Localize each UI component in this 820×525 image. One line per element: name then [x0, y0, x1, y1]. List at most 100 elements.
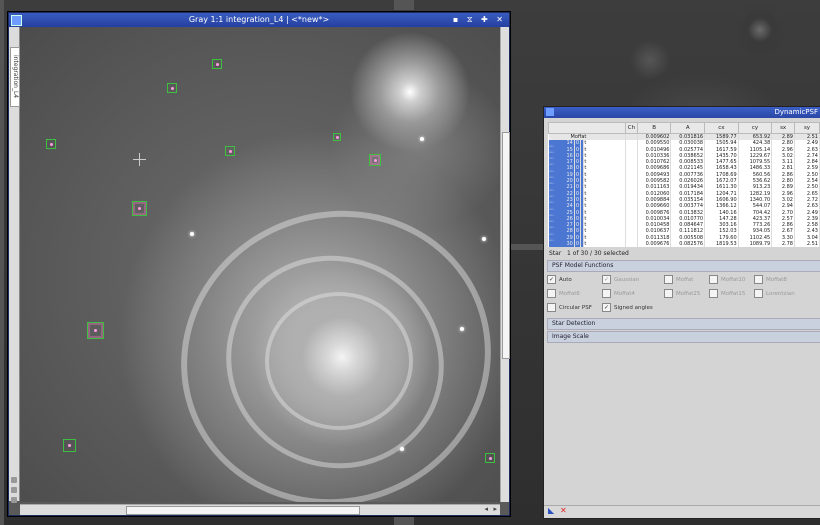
star-row[interactable]: 28 0 [548, 228, 585, 235]
star-row[interactable]: 24 0 [548, 203, 585, 210]
zoom-icon[interactable] [11, 497, 17, 503]
vertical-scrollbar[interactable] [500, 27, 510, 502]
column-header[interactable]: B [636, 122, 672, 134]
dynamicpsf-window[interactable]: DynamicPSF Ch B Acx cy sx sy Moffat 0.009602 0.… [543, 106, 820, 519]
psf-star-marker[interactable] [132, 201, 147, 216]
star-count: 30 / 30 selected [580, 250, 629, 258]
psf-star-marker[interactable] [46, 139, 56, 149]
star-row[interactable]: 22 0 [548, 190, 585, 197]
option-auto[interactable]: ✓ Auto [547, 275, 572, 285]
section-star-detection[interactable]: Star Detection [547, 318, 820, 331]
option-gaussian[interactable]: ✓ Gaussian [602, 275, 639, 285]
option-label: Signed angles [614, 304, 653, 311]
checkbox-icon[interactable] [754, 275, 763, 285]
checkbox-icon[interactable] [547, 303, 556, 313]
star-of-label: of [572, 250, 579, 258]
psf-star-marker[interactable] [87, 322, 104, 339]
option-lorentzian[interactable]: Lorentzian [754, 289, 795, 299]
psf-star-marker[interactable] [63, 439, 76, 452]
checkbox-icon[interactable]: ✓ [547, 275, 556, 285]
star-row[interactable]: 25 0 [548, 209, 585, 216]
gear-icon[interactable] [11, 477, 17, 483]
star-row[interactable]: 16 0 [548, 152, 585, 160]
option-label: Auto [559, 276, 572, 283]
option-label: Moffat15 [721, 290, 746, 297]
option-moffat8[interactable]: Moffat8 [754, 275, 787, 285]
psf-star-marker[interactable] [212, 59, 222, 69]
star-row[interactable]: 18 0 [548, 165, 585, 172]
view-tab-label[interactable]: integration_L4 [10, 47, 20, 107]
psf-a: 0.031816 [670, 133, 706, 141]
star [482, 237, 486, 241]
checkbox-icon[interactable]: ✓ [602, 275, 611, 285]
option-moffat15[interactable]: Moffat15 [709, 289, 746, 299]
psf-star-marker[interactable] [369, 154, 381, 166]
psf-star-marker[interactable] [485, 453, 495, 463]
option-moffat4[interactable]: Moffat4 [602, 289, 635, 299]
process-icon[interactable] [546, 108, 554, 116]
column-header[interactable]: cx [704, 122, 739, 134]
psf-star-marker[interactable] [333, 133, 341, 141]
image-window[interactable]: Gray 1:1 integration_L4 | <*new*> ▪ ⧖ ✚ … [8, 12, 510, 516]
psf-star-marker[interactable] [167, 83, 177, 93]
image-canvas[interactable] [20, 27, 508, 502]
scroll-right-icon[interactable]: ▸ [493, 505, 497, 513]
psf-cx: 1819.53 [704, 241, 739, 248]
scroll-left-icon[interactable]: ◂ [484, 505, 488, 513]
column-header[interactable] [548, 122, 626, 134]
column-header[interactable]: sx [771, 122, 795, 134]
window-controls[interactable]: ▪ ⧖ ✚ ✕ [453, 13, 506, 27]
psf-sy: 2.51 [794, 133, 820, 141]
checkbox-icon[interactable] [709, 275, 718, 285]
lock-icon[interactable] [11, 487, 17, 493]
star-row[interactable]: 20 0 [548, 178, 585, 185]
option-moffat[interactable]: Moffat [664, 275, 693, 285]
star-row[interactable]: 15 0 [548, 146, 585, 153]
psf-row[interactable]: Moffat0.0096760.0825761819.531089.792.78… [548, 241, 820, 248]
checkbox-icon[interactable] [547, 289, 556, 299]
column-header[interactable]: cy [737, 122, 773, 134]
vertical-scroll-thumb[interactable] [502, 132, 510, 359]
option-circular-psf[interactable]: Circular PSF [547, 303, 592, 313]
column-header[interactable]: Ch [624, 122, 638, 134]
option-moffat25[interactable]: Moffat25 [664, 289, 700, 299]
star-row[interactable]: 27 0 [548, 222, 585, 229]
star-row[interactable]: 23 0 [548, 196, 585, 204]
psf-row[interactable]: Moffat 0.009602 0.031816 1589.77 653.92 2.89 2… [548, 133, 820, 141]
column-header[interactable]: A [670, 122, 706, 134]
psf-cy: 653.92 [738, 133, 773, 141]
checkbox-icon[interactable]: ✓ [602, 303, 611, 313]
option-moffat6[interactable]: Moffat6 [547, 289, 580, 299]
background-window-edge [394, 515, 414, 525]
section-psf-model[interactable]: PSF Model Functions [547, 260, 820, 273]
psf-star-marker[interactable] [225, 146, 235, 156]
new-instance-icon[interactable]: ◣ [548, 506, 554, 515]
option-signed-angles[interactable]: ✓ Signed angles [602, 303, 653, 313]
checkbox-icon[interactable] [664, 289, 673, 299]
star [420, 137, 424, 141]
section-image-scale[interactable]: Image Scale [547, 331, 820, 344]
option-moffat10[interactable]: Moffat10 [709, 275, 746, 285]
close-icon[interactable]: ✕ [560, 506, 567, 515]
star-row[interactable]: 14 0 [548, 140, 585, 147]
horizontal-scroll-thumb[interactable] [126, 506, 360, 515]
checkbox-icon[interactable] [664, 275, 673, 285]
star-row[interactable]: 30 0 [548, 241, 585, 248]
star-row[interactable]: 17 0 [548, 159, 585, 166]
checkbox-icon[interactable] [602, 289, 611, 299]
star-row[interactable]: 26 0 [548, 215, 585, 223]
option-label: Moffat10 [721, 276, 746, 283]
checkbox-icon[interactable] [754, 289, 763, 299]
psf-b: 0.009602 [637, 133, 672, 141]
psf-table[interactable]: Ch B Acx cy sx sy Moffat 0.009602 0.031816 1589.… [548, 122, 820, 248]
window-menu-icon[interactable] [11, 15, 22, 26]
image-window-titlebar[interactable]: Gray 1:1 integration_L4 | <*new*> ▪ ⧖ ✚ … [9, 13, 509, 27]
checkbox-icon[interactable] [709, 289, 718, 299]
horizontal-scrollbar[interactable]: ◂ ▸ [20, 504, 500, 515]
dynamicpsf-titlebar[interactable]: DynamicPSF [544, 107, 820, 118]
star-row[interactable]: 21 0 [548, 184, 585, 191]
star-index: 1 [567, 250, 571, 258]
star-row[interactable]: 19 0 [548, 171, 585, 179]
star-row[interactable]: 29 0 [548, 234, 585, 242]
column-header[interactable]: sy [794, 122, 820, 134]
